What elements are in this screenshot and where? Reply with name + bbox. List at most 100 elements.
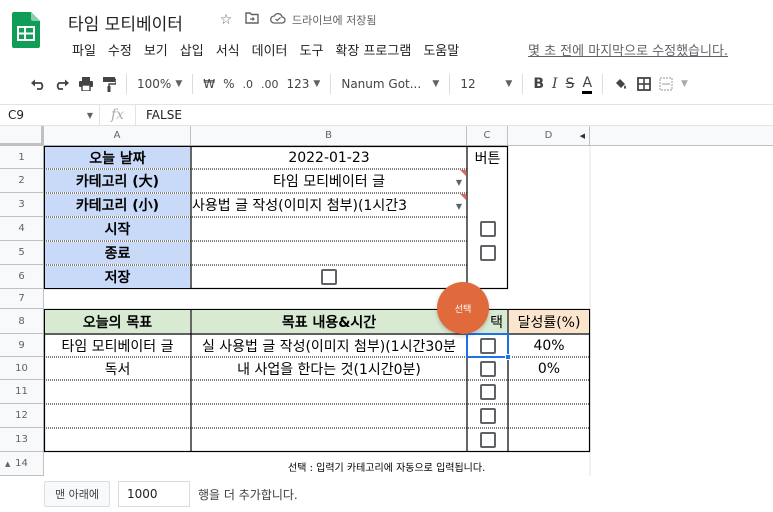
bold-button[interactable]: B — [529, 72, 548, 96]
fill-handle[interactable] — [505, 354, 511, 360]
font-size-value: 12 — [460, 77, 476, 91]
goal-cell[interactable]: 독서 — [45, 358, 190, 379]
comment-marker — [460, 194, 466, 200]
category-small-value: 사용법 글 작성(이미지 첨부)(1시간3 — [192, 198, 407, 214]
chevron-down-icon[interactable]: ▼ — [681, 79, 688, 89]
menu-extensions[interactable]: 확장 프로그램 — [329, 40, 417, 59]
print-icon[interactable] — [74, 72, 98, 96]
font-select[interactable]: Nanum Got... ▼ — [337, 72, 443, 96]
sheets-logo-icon[interactable] — [12, 12, 40, 48]
star-icon[interactable]: ☆ — [218, 12, 234, 28]
goal-select-checkbox[interactable] — [479, 360, 496, 377]
document-title[interactable]: 타임 모티베이터 — [68, 10, 183, 35]
goal-content-cell[interactable]: 내 사업을 한다는 것(1시간0분) — [192, 358, 466, 379]
text-color-button[interactable]: A — [578, 72, 596, 96]
category-small-label[interactable]: 카테고리 (小) — [45, 194, 190, 216]
chevron-down-icon: ▼ — [313, 79, 321, 89]
category-large-dropdown[interactable]: 타임 모티베이터 글 ▼ — [192, 170, 466, 192]
achievement-rate-cell[interactable]: 40% — [509, 335, 589, 356]
more-formats-button[interactable]: 123 ▼ — [283, 72, 325, 96]
goal-select-checkbox[interactable] — [479, 408, 496, 424]
redo-icon[interactable] — [50, 72, 74, 96]
cloud-saved-icon[interactable] — [270, 12, 286, 28]
toolbar-divider — [126, 74, 127, 94]
spreadsheet-grid[interactable]: A B C D ◀ 1 2 3 4 5 6 7 8 9 10 11 12 13 ▲… — [0, 126, 773, 476]
save-label[interactable]: 저장 — [45, 266, 190, 288]
toolbar-divider — [330, 74, 332, 94]
save-checkbox-cell[interactable] — [192, 266, 466, 288]
fill-color-icon[interactable] — [609, 72, 633, 96]
borders-icon[interactable] — [633, 72, 655, 96]
dropdown-arrow-icon[interactable]: ▼ — [455, 202, 462, 211]
toolbar-divider — [522, 74, 524, 94]
italic-button[interactable]: I — [548, 72, 562, 96]
chevron-down-icon: ▼ — [175, 79, 183, 89]
menu-tools[interactable]: 도구 — [294, 40, 330, 59]
today-date-label[interactable]: 오늘 날짜 — [45, 147, 190, 168]
start-checkbox[interactable] — [479, 221, 496, 237]
text-color-label: A — [582, 75, 593, 94]
move-folder-icon[interactable] — [244, 12, 260, 28]
formula-input[interactable]: FALSE — [136, 108, 182, 122]
percent-format-button[interactable]: % — [219, 72, 238, 96]
dropdown-arrow-icon[interactable]: ▼ — [456, 178, 462, 187]
last-edit-link[interactable]: 몇 초 전에 마지막으로 수정했습니다. — [528, 40, 728, 59]
end-label[interactable]: 종료 — [45, 242, 190, 264]
today-date-value[interactable]: 2022-01-23 — [192, 147, 466, 168]
comment-marker — [460, 170, 466, 176]
start-checkbox-cell[interactable] — [468, 218, 507, 240]
undo-icon[interactable] — [26, 72, 50, 96]
goal-select-checkbox[interactable] — [479, 432, 496, 448]
menu-edit[interactable]: 수정 — [102, 40, 138, 59]
instruction-note: 선택 : 입력기 카테고리에 자동으로 입력됩니다. — [288, 463, 486, 474]
currency-format-button[interactable]: ₩ — [199, 72, 219, 96]
more-formats-label: 123 — [286, 77, 310, 91]
goal-select-checkbox-cell[interactable] — [468, 405, 507, 427]
category-large-label[interactable]: 카테고리 (大) — [45, 170, 190, 192]
merge-cells-icon[interactable] — [655, 72, 677, 96]
menu-insert[interactable]: 삽입 — [174, 40, 210, 59]
goal-content-header[interactable]: 목표 내용&시간 — [192, 310, 466, 333]
category-small-dropdown[interactable]: 사용법 글 작성(이미지 첨부)(1시간3 ▼ — [192, 194, 466, 216]
toolbar-divider — [192, 74, 194, 94]
menu-format[interactable]: 서식 — [210, 40, 246, 59]
goal-select-checkbox[interactable] — [479, 384, 496, 400]
title-actions: ☆ 드라이브에 저장됨 — [218, 12, 377, 28]
chevron-down-icon: ▼ — [432, 79, 440, 89]
goal-cell[interactable]: 타임 모티베이터 글 — [45, 335, 190, 356]
cell-reference: C9 — [8, 108, 25, 122]
paint-format-icon[interactable] — [98, 72, 120, 96]
decrease-decimal-button[interactable]: .0 — [239, 72, 258, 96]
start-label[interactable]: 시작 — [45, 218, 190, 240]
goal-select-checkbox-cell[interactable] — [468, 381, 507, 403]
end-checkbox[interactable] — [479, 245, 496, 261]
achievement-rate-cell[interactable]: 0% — [509, 358, 589, 379]
function-icon: fx — [100, 105, 136, 125]
name-box[interactable]: C9 ▼ — [0, 105, 100, 125]
add-rows-text: 행을 더 추가합니다. — [197, 487, 298, 502]
chevron-down-icon: ▼ — [505, 79, 513, 89]
goal-content-cell[interactable]: 실 사용법 글 작성(이미지 첨부)(1시간30분 — [192, 335, 466, 356]
toolbar-divider — [449, 74, 451, 94]
achievement-header[interactable]: 달성률(%) — [509, 310, 589, 333]
strikethrough-button[interactable]: S — [562, 72, 579, 96]
goal-header[interactable]: 오늘의 목표 — [45, 310, 190, 333]
increase-decimal-button[interactable]: .00 — [257, 72, 283, 96]
row-count-input[interactable] — [117, 481, 190, 507]
menu-help[interactable]: 도움말 — [417, 40, 465, 59]
zoom-select[interactable]: 100% ▼ — [133, 72, 186, 96]
save-status: 드라이브에 저장됨 — [292, 14, 377, 27]
font-value: Nanum Got... — [341, 77, 422, 91]
category-large-value: 타임 모티베이터 글 — [273, 174, 385, 190]
goal-select-checkbox-cell[interactable] — [468, 429, 507, 451]
button-header-cell[interactable]: 버튼 — [468, 147, 507, 168]
menu-data[interactable]: 데이터 — [246, 40, 294, 59]
formula-bar: C9 ▼ fx FALSE — [0, 104, 773, 126]
menu-view[interactable]: 보기 — [138, 40, 174, 59]
save-checkbox[interactable] — [321, 269, 337, 285]
menu-file[interactable]: 파일 — [66, 40, 102, 59]
add-rows-button[interactable]: 맨 아래에 — [44, 481, 110, 507]
font-size-select[interactable]: 12 ▼ — [456, 72, 516, 96]
goal-select-checkbox-cell[interactable] — [468, 358, 507, 379]
end-checkbox-cell[interactable] — [468, 242, 507, 264]
